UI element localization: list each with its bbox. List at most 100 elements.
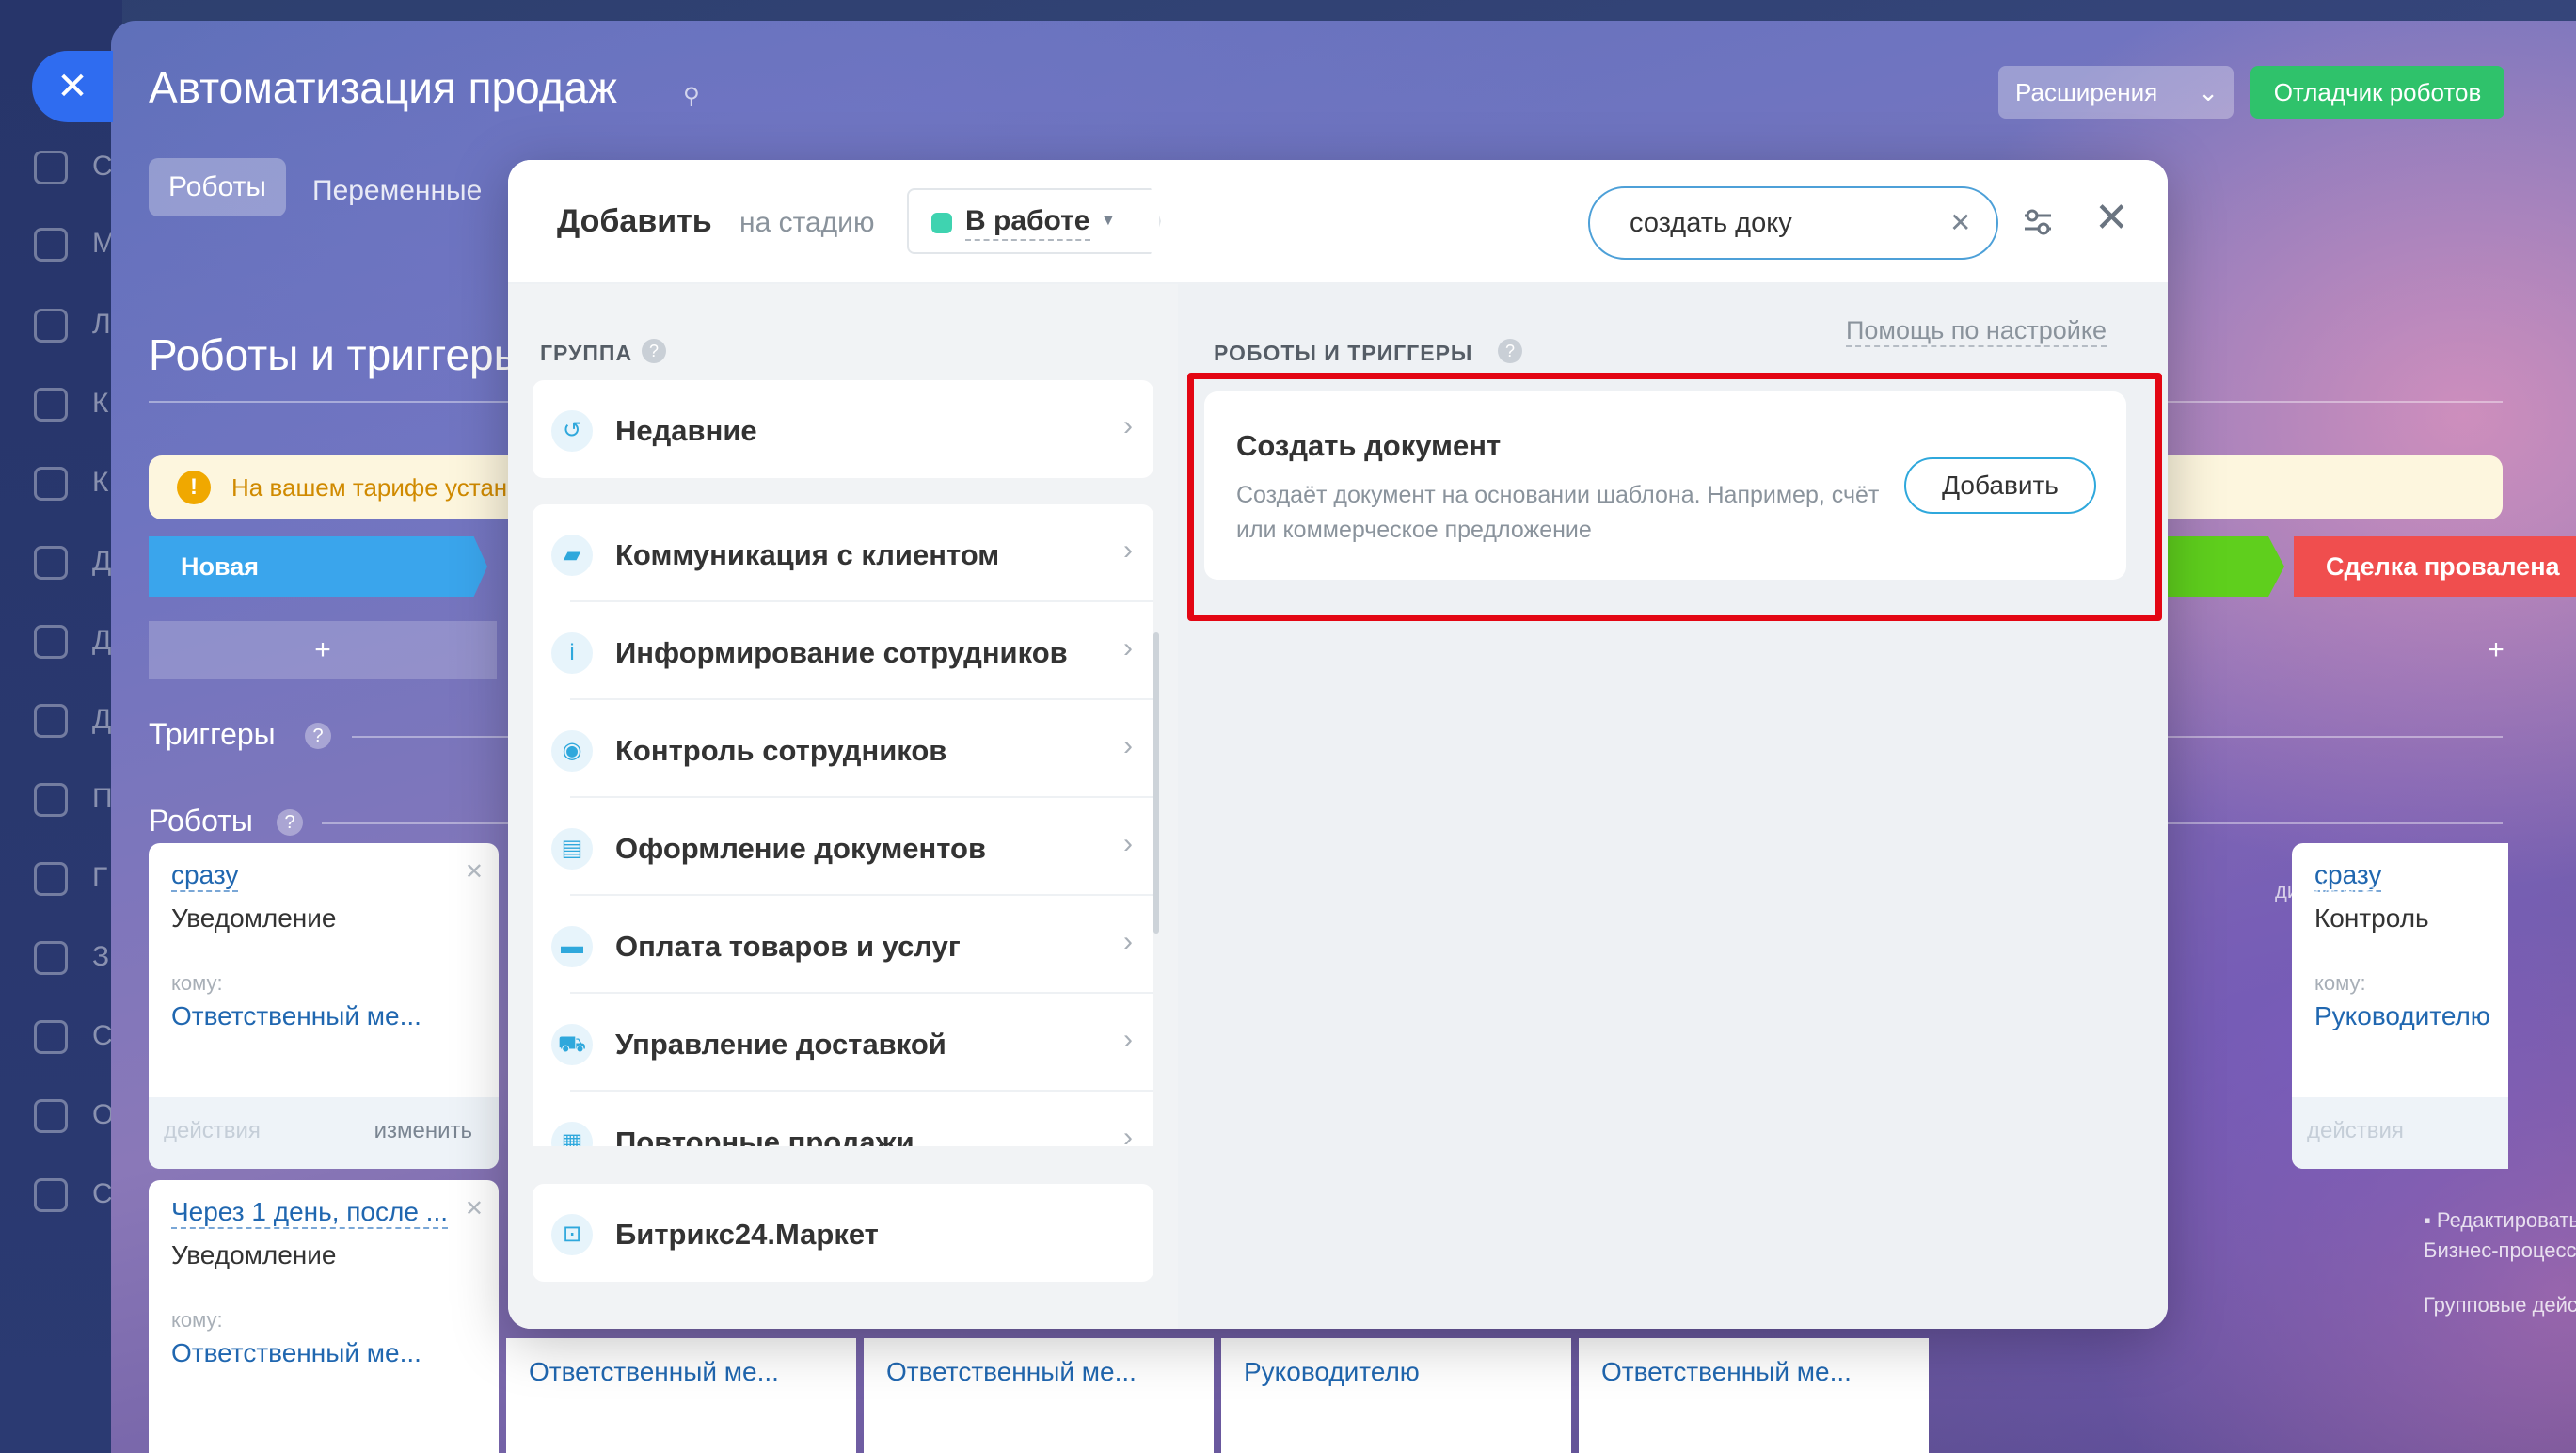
rail-label: Д [92,625,112,656]
group-item-recent[interactable]: ↺ Недавние › [533,380,1153,478]
results-header: РОБОТЫ И ТРИГГЕРЫ [1214,341,1473,365]
add-robot-button[interactable]: + [149,621,497,679]
robot-card-footer: действия [2292,1097,2508,1169]
stage-lost[interactable]: Сделка провалена [2294,536,2576,597]
stage-new[interactable]: Новая [149,536,487,597]
market-bag-icon: ⊡ [551,1214,593,1255]
rail-icon[interactable] [34,151,68,184]
scrollbar[interactable] [1153,632,1159,934]
stage-color-dot [931,213,952,233]
chevron-right-icon: › [1123,1122,1133,1146]
caret-down-icon[interactable]: ▼ [1101,213,1116,230]
group-header: ГРУППА [540,341,633,365]
rail-icon[interactable] [34,862,68,896]
chevron-right-icon: › [1123,828,1133,859]
chevron-right-icon: › [1123,632,1133,663]
recipient-value[interactable]: Ответственный ме... [171,1001,421,1031]
rail-icon[interactable] [34,783,68,817]
tab-variables[interactable]: Переменные [312,175,482,207]
bp-label: Бизнес-процессов [2424,1238,2576,1262]
recipient-value[interactable]: Ответственный ме... [171,1338,421,1368]
rail-icon[interactable] [34,228,68,262]
add-robot-button[interactable]: + [2444,621,2548,679]
edit-in-bp-link[interactable]: ▪ Редактировать в [2424,1208,2576,1233]
group-item-documents[interactable]: ▤ Оформление документов › [533,798,1153,896]
rail-label: З [92,941,110,972]
rail-icon[interactable] [34,1178,68,1212]
group-item-label: Коммуникация с клиентом [615,538,1000,571]
recipient-value[interactable]: Руководителю [1244,1357,1420,1387]
rail-icon[interactable] [34,704,68,738]
chevron-down-icon[interactable]: ⌄ [2198,66,2218,119]
robot-delay-link[interactable]: Через 1 день, после ... [171,1197,449,1229]
robot-card[interactable]: Ответственный ме... [506,1338,856,1453]
robot-type: Уведомление [171,903,337,933]
wallet-icon: ▬ [551,926,593,967]
robot-debugger-button[interactable]: Отладчик роботов [2250,66,2504,119]
edit-link[interactable]: изменить [374,1118,472,1144]
rail-label: К [92,388,109,419]
group-item-staff-control[interactable]: ◉ Контроль сотрудников › [533,700,1153,798]
robot-card[interactable]: Через 1 день, после ... ✕ Уведомление ко… [149,1180,499,1453]
close-icon[interactable]: ✕ [2094,198,2129,239]
section-title: Роботы и триггеры [149,330,525,379]
rail-icon[interactable] [34,309,68,343]
stage-label: на стадию [739,207,875,238]
actions-link[interactable]: действия [2307,1118,2404,1144]
stage-select-value: В работе [965,205,1090,241]
filter-settings-icon[interactable] [2017,201,2059,243]
rail-icon[interactable] [34,467,68,501]
extensions-button[interactable]: Расширения ⌄ [1998,66,2234,119]
help-icon[interactable]: ? [277,809,303,836]
rail-icon[interactable] [34,625,68,659]
help-icon[interactable]: ? [1498,339,1522,363]
help-icon[interactable]: ? [642,339,666,363]
robot-card-footer: действия изменить [149,1097,499,1169]
tab-robots[interactable]: Роботы [149,158,286,216]
setup-help-link[interactable]: Помощь по настройке [1846,316,2107,347]
stage-select[interactable]: В работе [907,188,1161,254]
group-item-payment[interactable]: ▬ Оплата товаров и услуг › [533,896,1153,994]
rail-label: П [92,783,113,814]
document-icon: ▤ [551,828,593,870]
group-item-delivery[interactable]: ⛟ Управление доставкой › [533,994,1153,1092]
robot-card[interactable]: Ответственный ме... [1579,1338,1929,1453]
dialog-header: Добавить на стадию В работе ▼ ✕ ✕ [508,160,2168,284]
pin-icon[interactable]: ⚲ [683,83,708,109]
group-item-label: Оплата товаров и услуг [615,930,961,963]
recipient-value[interactable]: Ответственный ме... [1601,1357,1852,1387]
rail-icon[interactable] [34,1099,68,1133]
chevron-right-icon: › [1123,1024,1133,1055]
group-item-market[interactable]: ⊡ Битрикс24.Маркет [533,1184,1153,1282]
group-item-repeat-sales[interactable]: ▦ Повторные продажи › [533,1092,1153,1146]
clear-search-icon[interactable]: ✕ [1949,207,1971,238]
actions-link[interactable]: действия [164,1118,261,1144]
group-actions-link[interactable]: Групповые действ [2424,1293,2576,1317]
search-input[interactable] [1588,186,1998,260]
recipient-label: кому: [2314,971,2366,995]
rail-icon[interactable] [34,1020,68,1054]
truck-icon: ⛟ [551,1024,593,1065]
delete-icon[interactable]: ✕ [465,858,484,886]
recipient-value[interactable]: Ответственный ме... [886,1357,1137,1387]
history-icon: ↺ [551,410,593,452]
rail-label: С [92,151,113,182]
robot-card[interactable]: Руководителю [1221,1338,1571,1453]
recipient-value[interactable]: Руководителю [2314,1001,2490,1031]
robot-delay-link[interactable]: сразу [171,860,239,892]
help-icon[interactable]: ? [305,723,331,749]
rail-icon[interactable] [34,941,68,975]
robot-card[interactable]: сразу ✕ Уведомление кому: Ответственный … [149,843,499,1169]
chevron-right-icon: › [1123,535,1133,566]
robot-type: Уведомление [171,1240,337,1269]
recipient-label: кому: [171,971,223,995]
robot-card[interactable]: Ответственный ме... [864,1338,1214,1453]
rail-icon[interactable] [34,388,68,422]
close-slider-button[interactable]: ✕ [32,51,113,122]
recipient-value[interactable]: Ответственный ме... [529,1357,779,1387]
group-item-notify-staff[interactable]: i Информирование сотрудников › [533,602,1153,700]
rail-icon[interactable] [34,546,68,580]
delete-icon[interactable]: ✕ [465,1195,484,1222]
robots-label: Роботы [149,804,253,838]
group-item-communication[interactable]: ▰ Коммуникация с клиентом › [533,504,1153,602]
